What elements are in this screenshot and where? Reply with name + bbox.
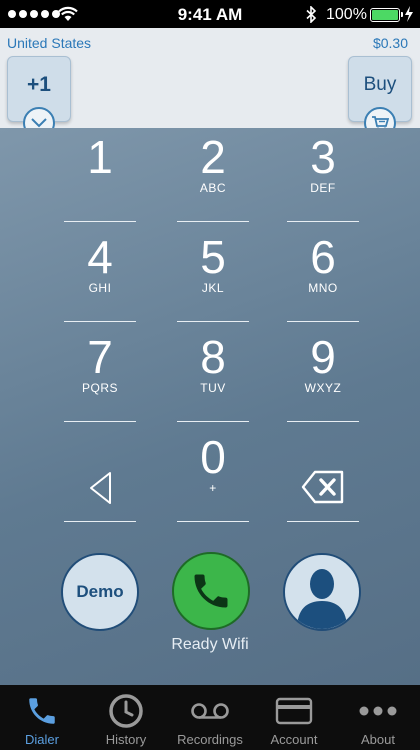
tab-dialer[interactable]: Dialer [0,685,84,750]
key-3[interactable]: 3 DEF [287,132,359,222]
key-0[interactable]: 0 + [177,432,249,522]
key-letters: ABC [199,181,227,195]
call-rate: $0.30 [372,35,408,51]
demo-label: Demo [76,582,124,601]
key-letters: + [209,481,217,495]
bluetooth-icon [306,6,317,23]
key-divider [64,521,136,522]
key-digit: 1 [87,131,113,183]
tab-account[interactable]: Account [252,685,336,750]
key-digit: 3 [310,131,336,183]
key-digit: 7 [87,331,113,383]
battery-percent: 100% [326,6,367,23]
key-6[interactable]: 6 MNO [287,232,359,322]
key-8[interactable]: 8 TUV [177,332,249,422]
credit-card-icon [275,697,313,725]
caret-left-icon [90,472,111,504]
key-4[interactable]: 4 GHI [64,232,136,322]
key-divider [64,221,136,222]
key-5[interactable]: 5 JKL [177,232,249,322]
battery-icon [370,8,403,22]
key-digit: 8 [200,331,226,383]
tab-label: Recordings [177,732,243,747]
key-7[interactable]: 7 PQRS [64,332,136,422]
key-divider [64,321,136,322]
key-9[interactable]: 9 WXYZ [287,332,359,422]
tab-recordings[interactable]: Recordings [168,685,252,750]
key-divider [177,521,249,522]
country-code-label: +1 [27,73,51,96]
key-divider [177,321,249,322]
tab-label: About [361,732,395,747]
key-letters: PQRS [81,381,118,395]
key-digit: 2 [200,131,226,183]
backspace-key[interactable] [287,432,359,522]
key-letters: DEF [310,181,336,195]
keypad-area: 1 2 ABC 3 DEF 4 GHI 5 JKL 6 MNO 7 PQRS 8… [0,128,420,685]
charging-bolt-icon [405,6,413,22]
more-icon [359,706,397,716]
demo-button[interactable]: Demo [61,553,139,631]
tab-history[interactable]: History [84,685,168,750]
country-selector-label[interactable]: United States [7,35,91,51]
key-digit: 9 [310,331,336,383]
key-digit: 4 [87,231,113,283]
key-divider [287,221,359,222]
phone-icon [29,698,55,724]
key-divider [177,221,249,222]
key-1[interactable]: 1 [64,132,136,222]
key-letters: MNO [308,281,338,295]
person-icon [297,569,347,629]
back-key[interactable] [64,432,136,522]
backspace-icon [301,470,344,504]
status-bar: 9:41 AM 100% [0,0,420,28]
tab-bar: Dialer History Recordings Account About [0,685,420,750]
phone-icon [194,574,228,608]
call-button[interactable] [172,552,250,630]
voicemail-icon [191,703,229,719]
buy-label: Buy [363,74,397,95]
key-divider [287,321,359,322]
tab-label: Account [270,732,318,747]
rate-panel: United States $0.30 +1 Buy [0,28,420,139]
key-divider [287,421,359,422]
tab-about[interactable]: About [336,685,420,750]
key-letters: GHI [88,281,112,295]
tab-label: History [105,732,147,747]
key-letters: WXYZ [304,381,342,395]
connection-status: Ready Wifi [171,636,249,653]
key-letters: JKL [201,281,225,295]
key-digit: 0 [200,431,226,483]
key-letters: TUV [200,381,226,395]
key-divider [64,421,136,422]
clock-icon [109,694,143,728]
key-2[interactable]: 2 ABC [177,132,249,222]
key-divider [177,421,249,422]
contacts-button[interactable] [283,553,361,631]
key-digit: 5 [200,231,226,283]
key-digit: 6 [310,231,336,283]
key-divider [287,521,359,522]
tab-label: Dialer [25,732,59,747]
